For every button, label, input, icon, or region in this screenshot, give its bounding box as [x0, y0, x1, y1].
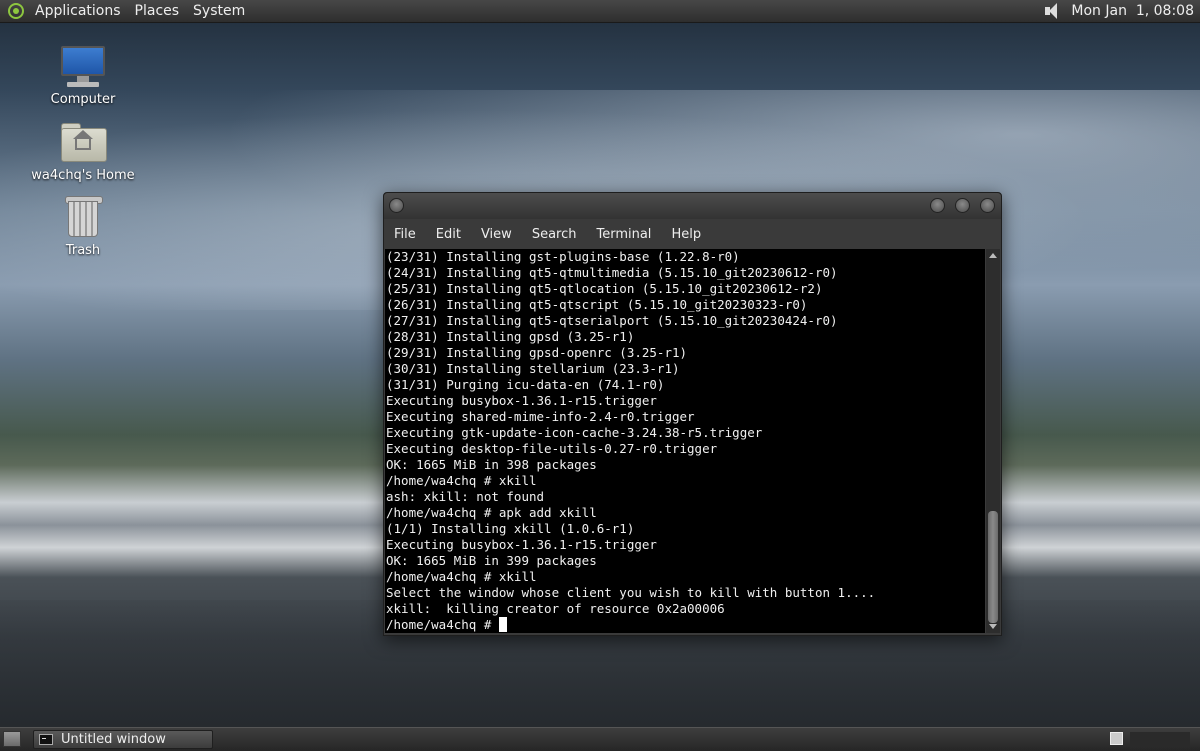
- terminal-line: Executing gtk-update-icon-cache-3.24.38-…: [386, 425, 763, 440]
- terminal-line: /home/wa4chq # xkill: [386, 473, 537, 488]
- desktop-icon-label: Trash: [65, 243, 101, 258]
- taskbar-window-button[interactable]: Untitled window: [33, 730, 213, 749]
- scroll-up-arrow-icon[interactable]: [989, 253, 997, 258]
- terminal-scrollbar[interactable]: [986, 249, 1000, 633]
- desktop-icon-computer[interactable]: Computer: [23, 42, 143, 107]
- terminal-line: ash: xkill: not found: [386, 489, 545, 504]
- desktop-icon-home[interactable]: wa4chq's Home: [23, 118, 143, 183]
- taskbar-window-label: Untitled window: [61, 732, 166, 747]
- terminal-window[interactable]: File Edit View Search Terminal Help (23/…: [383, 192, 1002, 636]
- computer-icon: [59, 42, 107, 90]
- bottom-panel: Untitled window: [0, 727, 1200, 751]
- clock[interactable]: Mon Jan 1, 08:08: [1071, 3, 1200, 19]
- menu-file[interactable]: File: [384, 227, 426, 242]
- home-folder-icon: [59, 118, 107, 166]
- maximize-button[interactable]: [955, 198, 970, 213]
- terminal-line: (27/31) Installing qt5-qtserialport (5.1…: [386, 313, 838, 328]
- menu-applications[interactable]: Applications: [28, 3, 128, 19]
- terminal-prompt: /home/wa4chq #: [386, 617, 492, 632]
- terminal-output[interactable]: (23/31) Installing gst-plugins-base (1.2…: [385, 249, 985, 633]
- desktop-icon-trash[interactable]: Trash: [23, 193, 143, 258]
- window-menu-icon[interactable]: [389, 198, 404, 213]
- terminal-line: /home/wa4chq # apk add xkill: [386, 505, 597, 520]
- terminal-line: OK: 1665 MiB in 399 packages: [386, 553, 597, 568]
- scroll-thumb[interactable]: [988, 511, 998, 623]
- menu-edit[interactable]: Edit: [426, 227, 471, 242]
- terminal-line: Executing busybox-1.36.1-r15.trigger: [386, 537, 657, 552]
- desktop-icon-label: wa4chq's Home: [31, 168, 135, 183]
- close-button[interactable]: [980, 198, 995, 213]
- terminal-prompt-line[interactable]: /home/wa4chq #: [385, 617, 985, 633]
- workspace-switcher-1[interactable]: [1110, 732, 1123, 745]
- terminal-line: OK: 1665 MiB in 398 packages: [386, 457, 597, 472]
- minimize-button[interactable]: [930, 198, 945, 213]
- terminal-line: xkill: killing creator of resource 0x2a0…: [386, 601, 725, 616]
- menu-help[interactable]: Help: [661, 227, 711, 242]
- menu-places[interactable]: Places: [128, 3, 187, 19]
- show-desktop-icon[interactable]: [3, 731, 21, 747]
- menu-system[interactable]: System: [186, 3, 252, 19]
- text-cursor: [499, 617, 508, 632]
- terminal-line: (29/31) Installing gpsd-openrc (3.25-r1): [386, 345, 688, 360]
- terminal-line: (26/31) Installing qt5-qtscript (5.15.10…: [386, 297, 808, 312]
- terminal-menubar: File Edit View Search Terminal Help: [384, 221, 1001, 247]
- menu-view[interactable]: View: [471, 227, 522, 242]
- top-panel: Applications Places System Mon Jan 1, 08…: [0, 0, 1200, 23]
- desktop-icon-label: Computer: [50, 92, 116, 107]
- terminal-line: (24/31) Installing qt5-qtmultimedia (5.1…: [386, 265, 838, 280]
- terminal-line: (28/31) Installing gpsd (3.25-r1): [386, 329, 635, 344]
- terminal-line: Select the window whose client you wish …: [386, 585, 876, 600]
- menu-terminal[interactable]: Terminal: [586, 227, 661, 242]
- workspace-switcher-2[interactable]: [1130, 732, 1190, 747]
- terminal-line: /home/wa4chq # xkill: [386, 569, 537, 584]
- terminal-line: (25/31) Installing qt5-qtlocation (5.15.…: [386, 281, 823, 296]
- terminal-line: (30/31) Installing stellarium (23.3-r1): [386, 361, 680, 376]
- terminal-lines: (23/31) Installing gst-plugins-base (1.2…: [385, 249, 985, 617]
- menu-search[interactable]: Search: [522, 227, 587, 242]
- distro-logo-icon[interactable]: [8, 3, 24, 19]
- volume-icon[interactable]: [1043, 1, 1063, 21]
- terminal-line: (1/1) Installing xkill (1.0.6-r1): [386, 521, 635, 536]
- terminal-line: (23/31) Installing gst-plugins-base (1.2…: [386, 249, 740, 264]
- terminal-line: Executing shared-mime-info-2.4-r0.trigge…: [386, 409, 695, 424]
- terminal-line: (31/31) Purging icu-data-en (74.1-r0): [386, 377, 665, 392]
- terminal-icon: [39, 734, 53, 745]
- trash-icon: [59, 193, 107, 241]
- window-titlebar[interactable]: [384, 193, 1001, 219]
- scroll-down-arrow-icon[interactable]: [989, 624, 997, 629]
- terminal-line: Executing desktop-file-utils-0.27-r0.tri…: [386, 441, 718, 456]
- terminal-line: Executing busybox-1.36.1-r15.trigger: [386, 393, 657, 408]
